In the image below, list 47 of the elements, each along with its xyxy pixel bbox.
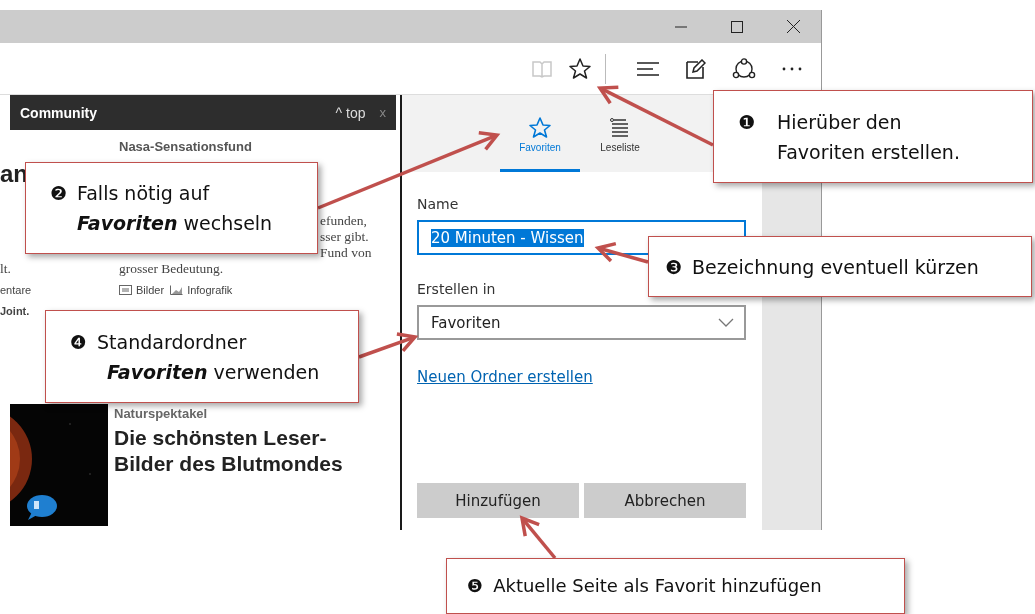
minimize-icon [675,25,687,28]
list-icon [609,117,631,138]
star-icon [569,58,591,79]
gallery-icon [119,285,132,295]
star-icon [529,117,551,138]
media-label[interactable]: Infografik [187,284,233,296]
step-number: ❷ [50,181,68,206]
pen-square-icon [686,58,706,79]
text-fragment: Fund von [320,245,373,261]
article-headline[interactable]: Die schönsten Leser-Bilder des Blutmondes [114,425,384,477]
callout-text: Falls nötig auf Favoriten wechseln [77,181,273,236]
close-link[interactable]: x [379,105,386,120]
text-fragment: Joint. [0,305,31,317]
callout-text: Standardordner Favoriten verwenden [97,329,320,385]
text-fragment: lt. [0,261,12,277]
field-label: Erstellen in [417,281,497,297]
folder-dropdown[interactable]: Favoriten [417,305,746,340]
callout-text: Hierüber den Favoriten erstellen. [777,109,960,165]
text-fragment: efunden, [320,213,368,229]
panel-tab[interactable]: Favoriten [500,95,580,172]
book-icon [532,59,552,78]
maximize-icon [731,20,743,33]
article-text: grosser Bedeutung. [119,261,225,277]
article-kicker: Naturspektakel [114,406,209,421]
callout-text: Aktuelle Seite als Favorit hinzufügen [493,574,822,598]
chevron-down-icon [718,318,734,327]
step-number: ❹ [70,329,88,355]
close-icon [786,20,800,33]
step-number: ❸ [665,254,683,280]
step-number: ❶ [738,109,756,135]
add-button[interactable]: Hinzufügen [417,483,579,518]
cancel-button[interactable]: Abbrechen [584,483,746,518]
panel-tab[interactable]: Leseliste [580,95,660,172]
text-fragment: entare [0,284,33,296]
more-icon [782,66,802,71]
top-link[interactable]: ^ top [335,104,366,121]
bar-title: Community [20,104,98,121]
article-kicker: Nasa-Sensationsfund [119,138,253,154]
share-icon [732,57,756,80]
field-label: Name [417,196,460,212]
new-folder-link[interactable]: Neuen Ordner erstellen [417,368,593,386]
callout-text: Bezeichnung eventuell kürzen [692,254,979,280]
chart-icon [170,285,184,295]
media-label[interactable]: Bilder [136,284,165,296]
text-fragment: sser gibt. [320,229,370,245]
step-number: ❺ [467,574,484,598]
lines-icon [637,61,659,76]
